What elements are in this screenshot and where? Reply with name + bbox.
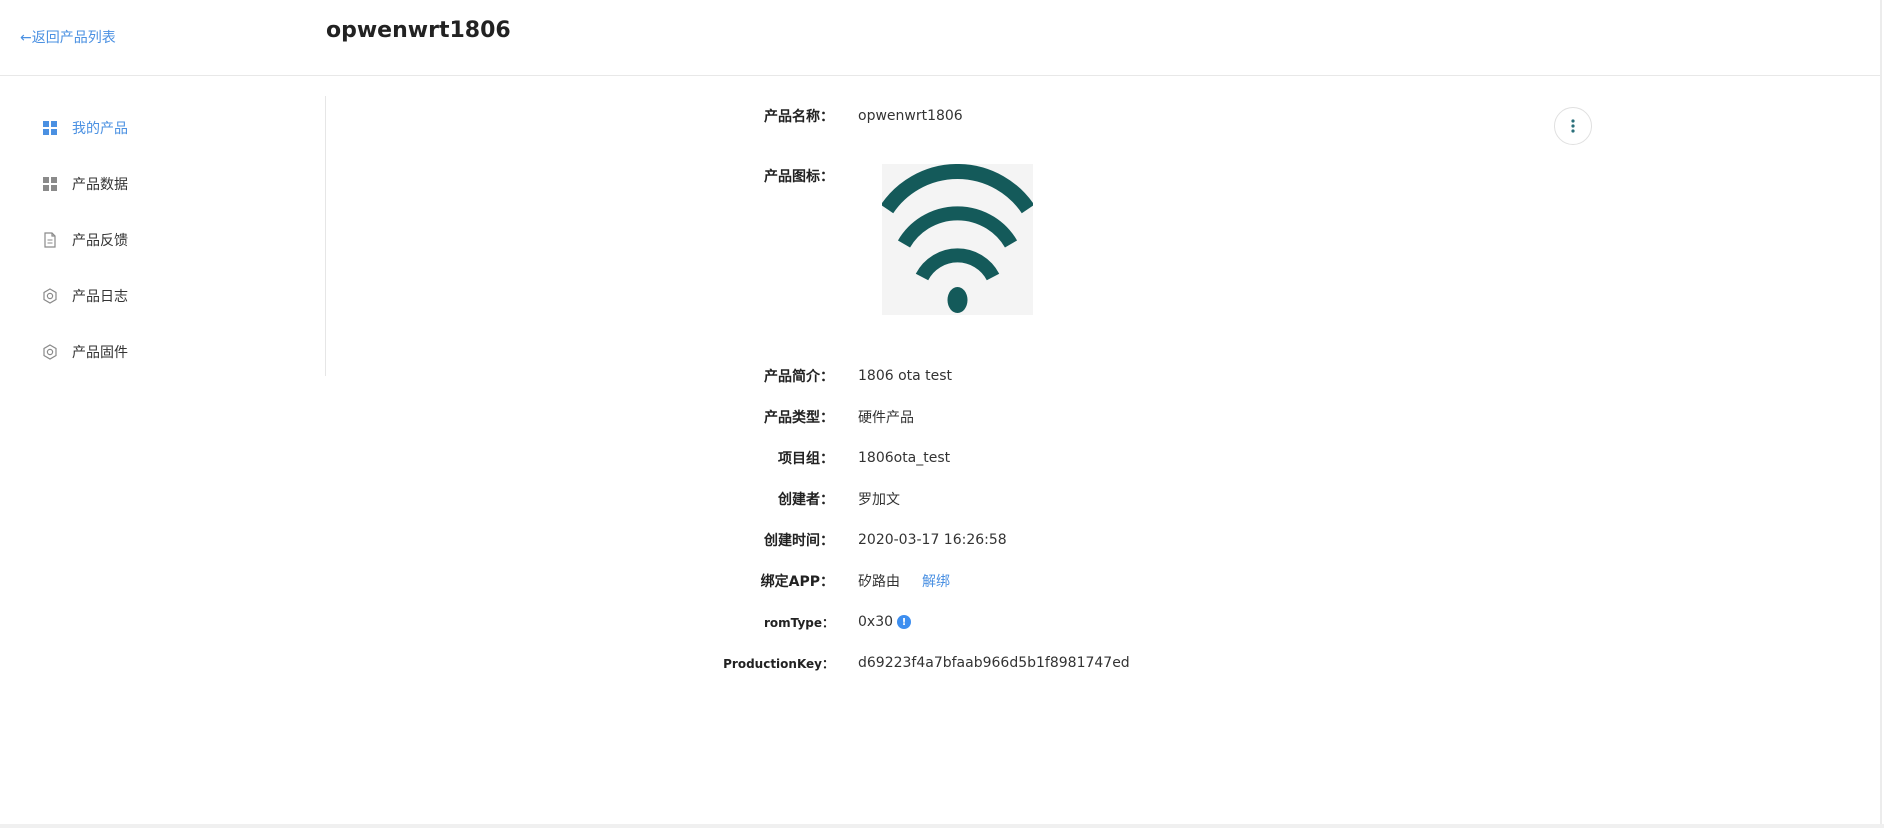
product-type-value: 硬件产品	[858, 410, 914, 426]
field-label: 创建时间：	[764, 533, 834, 549]
grid-icon	[43, 121, 57, 135]
sidebar-item-label: 产品日志	[72, 289, 128, 305]
rom-type-value-group: 0x30 !	[858, 614, 912, 630]
back-to-product-list-link[interactable]: ←返回产品列表	[20, 27, 116, 47]
sidebar-item-product-logs[interactable]: 产品日志	[42, 284, 128, 308]
detail-row-bound-app: 绑定APP： 矽路由 解绑	[330, 569, 950, 593]
gear-icon	[43, 344, 57, 360]
field-label: 绑定APP：	[760, 574, 834, 590]
sidebar-item-product-data[interactable]: 产品数据	[42, 172, 128, 196]
field-label: 产品名称：	[764, 109, 834, 125]
more-options-button[interactable]	[1554, 107, 1592, 145]
detail-row-creator: 创建者： 罗加文	[330, 487, 900, 511]
product-detail-panel: 产品名称： opwenwrt1806 产品图标： 产品简介： 1806 ota …	[330, 76, 1870, 776]
sidebar-item-label: 产品数据	[72, 177, 128, 193]
field-label: 创建者：	[778, 492, 834, 508]
field-label: romType：	[764, 615, 834, 630]
document-icon	[44, 232, 56, 248]
detail-row-rom-type: romType： 0x30 !	[330, 610, 912, 634]
detail-row-description: 产品简介： 1806 ota test	[330, 364, 952, 388]
detail-row-created-time: 创建时间： 2020-03-17 16:26:58	[330, 528, 1007, 552]
detail-row-product-icon: 产品图标：	[330, 164, 858, 188]
rom-type-value: 0x30	[858, 614, 894, 630]
sidebar-item-label: 产品反馈	[72, 233, 128, 249]
product-icon-image	[880, 163, 1035, 315]
info-icon[interactable]: !	[897, 615, 912, 629]
scrollbar[interactable]	[1880, 0, 1882, 828]
field-label: 产品简介：	[764, 369, 834, 385]
detail-row-project-group: 项目组： 1806ota_test	[330, 446, 950, 470]
sidebar-item-product-firmware[interactable]: 产品固件	[42, 340, 128, 364]
project-group-value: 1806ota_test	[858, 450, 951, 466]
grid-icon	[43, 177, 57, 191]
created-time-value: 2020-03-17 16:26:58	[858, 532, 1007, 548]
vertical-ellipsis-icon	[1571, 119, 1575, 133]
sidebar-item-product-feedback[interactable]: 产品反馈	[42, 228, 128, 252]
sidebar-item-my-products[interactable]: 我的产品	[42, 116, 128, 140]
product-name-value: opwenwrt1806	[858, 108, 963, 124]
sidebar: 我的产品 产品数据 产品反馈 产品日志 产品固件	[0, 96, 326, 376]
field-label: ProductionKey：	[723, 656, 834, 671]
detail-row-production-key: ProductionKey： d69223f4a7bfaab966d5b1f89…	[330, 651, 1130, 675]
field-label: 产品类型：	[764, 410, 834, 426]
description-value: 1806 ota test	[858, 368, 953, 384]
detail-row-product-type: 产品类型： 硬件产品	[330, 405, 914, 429]
wifi-icon	[880, 163, 1035, 313]
production-key-value: d69223f4a7bfaab966d5b1f8981747ed	[858, 655, 1130, 671]
field-label: 产品图标：	[764, 169, 834, 185]
creator-value: 罗加文	[858, 492, 900, 508]
sidebar-item-label: 我的产品	[72, 121, 128, 137]
sidebar-item-label: 产品固件	[72, 345, 128, 361]
page-title: opwenwrt1806	[326, 18, 511, 43]
detail-row-product-name: 产品名称： opwenwrt1806	[330, 104, 963, 128]
page-header: ←返回产品列表 opwenwrt1806	[0, 0, 1880, 76]
field-label: 项目组：	[778, 451, 834, 467]
bound-app-value-group: 矽路由 解绑	[858, 571, 950, 591]
bound-app-value: 矽路由	[858, 574, 900, 590]
gear-icon	[43, 288, 57, 304]
unbind-app-link[interactable]: 解绑	[922, 571, 950, 591]
bottom-divider	[0, 824, 1884, 828]
